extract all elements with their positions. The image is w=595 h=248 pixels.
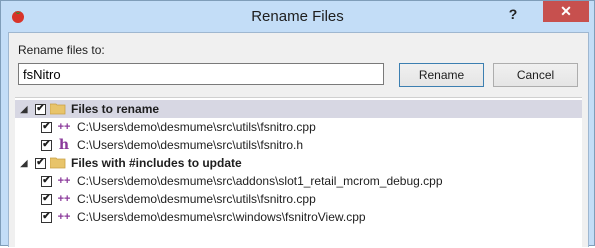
file-checkbox[interactable]: ✔ <box>41 211 52 223</box>
tree-group-row[interactable]: ◢ ✔ Files with #includes to update <box>15 154 582 172</box>
cpp-file-icon: ++ <box>57 211 71 223</box>
file-path: C:\Users\demo\desmume\src\utils\fsnitro.… <box>77 192 316 206</box>
cpp-file-icon: ++ <box>57 175 71 187</box>
group-checkbox[interactable]: ✔ <box>35 157 46 169</box>
cpp-file-icon: ++ <box>57 121 71 133</box>
rename-files-dialog: Rename Files ? ✕ Rename files to: Rename… <box>0 0 595 248</box>
rename-button[interactable]: Rename <box>399 63 484 87</box>
new-name-input[interactable] <box>18 63 384 85</box>
file-checkbox[interactable]: ✔ <box>41 175 52 187</box>
close-button[interactable]: ✕ <box>543 1 589 22</box>
collapse-arrow-icon[interactable]: ◢ <box>19 104 29 114</box>
collapse-arrow-icon[interactable]: ◢ <box>19 158 29 168</box>
cpp-file-icon: ++ <box>57 193 71 205</box>
folder-icon <box>50 157 66 169</box>
dialog-body: Rename files to: Rename Cancel ◢ ✔ Files t… <box>8 32 589 248</box>
file-row[interactable]: ✔ ++ C:\Users\demo\desmume\src\addons\slot… <box>15 172 595 190</box>
file-path: C:\Users\demo\desmume\src\windows\fsnitr… <box>77 210 366 224</box>
help-button[interactable]: ? <box>498 4 528 24</box>
group-checkbox[interactable]: ✔ <box>35 103 46 115</box>
cancel-button[interactable]: Cancel <box>493 63 578 87</box>
file-path: C:\Users\demo\desmume\src\utils\fsnitro.… <box>77 120 316 134</box>
group-label: Files to rename <box>71 102 160 116</box>
file-path: C:\Users\demo\desmume\src\utils\fsnitro.… <box>77 138 304 152</box>
file-checkbox[interactable]: ✔ <box>41 139 52 151</box>
header-file-icon: h <box>58 137 70 153</box>
group-label: Files with #includes to update <box>71 156 242 170</box>
rename-label: Rename files to: <box>18 43 105 57</box>
file-checkbox[interactable]: ✔ <box>41 121 52 133</box>
file-row[interactable]: ✔ ++ C:\Users\demo\desmume\src\utils\fsnit… <box>15 190 595 208</box>
file-row[interactable]: ✔ ++ C:\Users\demo\desmume\src\windows\fsn… <box>15 208 595 226</box>
file-row[interactable]: ✔ ++ C:\Users\demo\desmume\src\utils\fsnit… <box>15 118 595 136</box>
title-bar[interactable]: Rename Files ? ✕ <box>1 1 594 32</box>
folder-icon <box>50 103 66 115</box>
close-icon: ✕ <box>560 3 572 19</box>
tree-group-row[interactable]: ◢ ✔ Files to rename <box>15 100 582 118</box>
file-row[interactable]: ✔ h C:\Users\demo\desmume\src\utils\fsnitr… <box>15 136 595 154</box>
file-path: C:\Users\demo\desmume\src\addons\slot1_r… <box>77 174 443 188</box>
file-checkbox[interactable]: ✔ <box>41 193 52 205</box>
file-tree[interactable]: ◢ ✔ Files to rename ✔ ++ C:\Users\demo\desmum… <box>15 97 582 248</box>
